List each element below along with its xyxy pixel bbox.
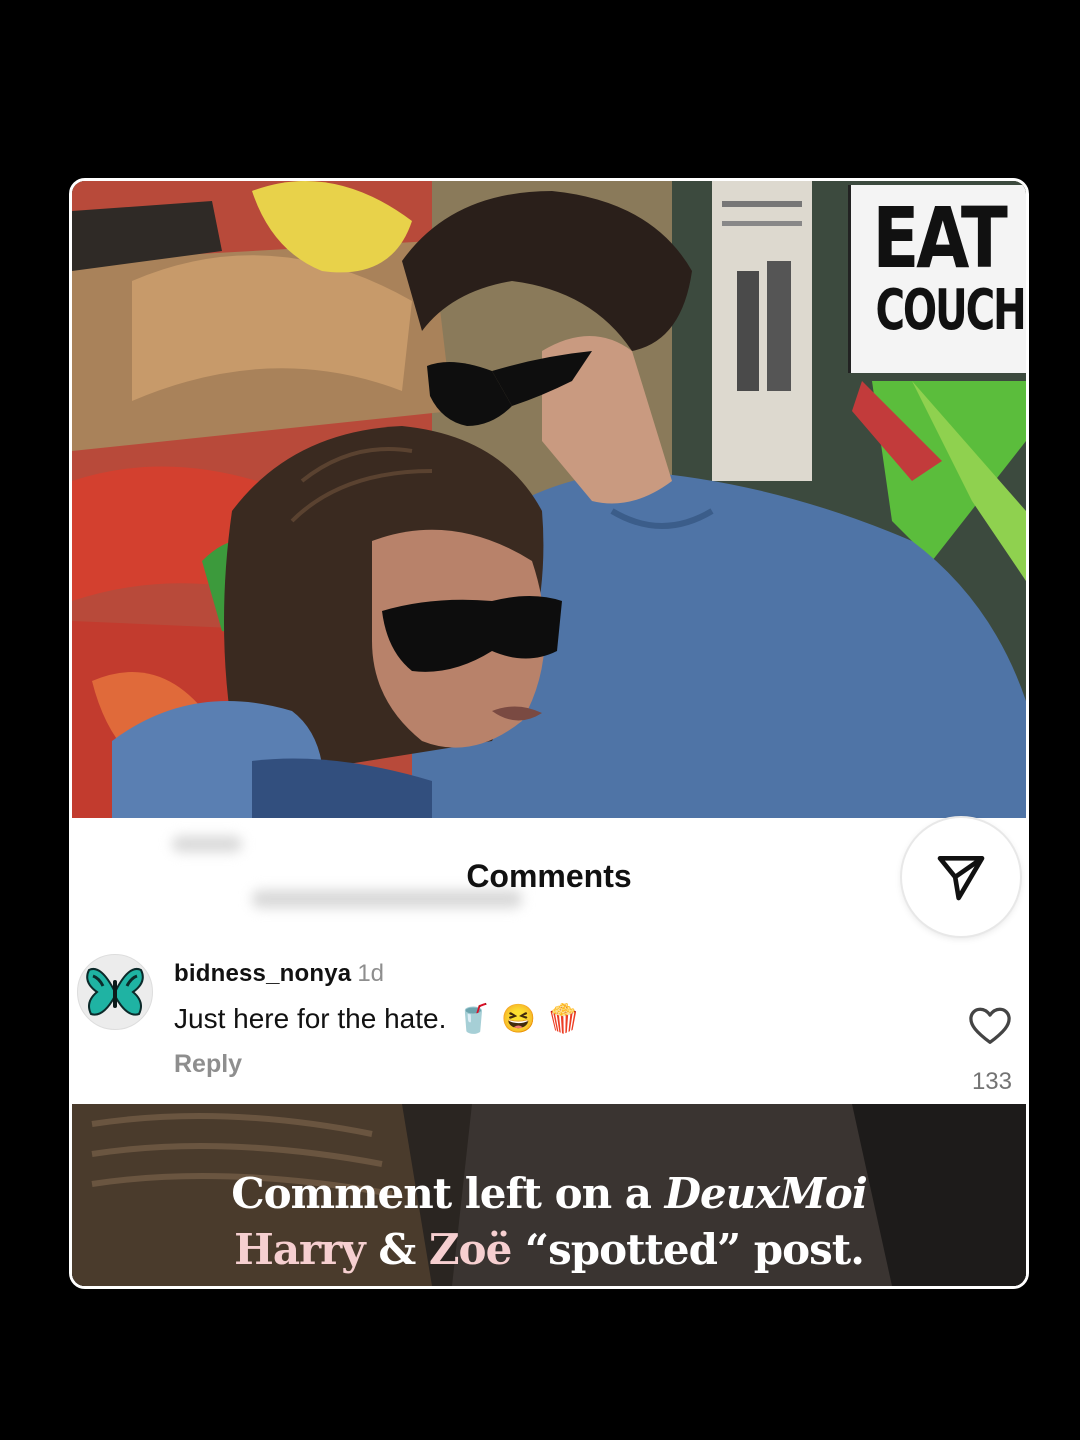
comment-time: 1d [357, 960, 385, 987]
share-button[interactable] [902, 818, 1020, 936]
reply-button[interactable]: Reply [174, 1050, 242, 1079]
emoji-drink: 🥤 [456, 1003, 492, 1034]
caption-line-1: Comment left on a DeuxMoi [72, 1166, 1026, 1222]
comments-title: Comments [466, 858, 632, 894]
eat-couch-sign: EAT COUCH [848, 185, 1026, 373]
comments-sheet: Comments bidness_nonya 1d Just here for t… [72, 818, 1026, 1104]
paper-plane-icon [937, 856, 985, 901]
comment-username[interactable]: bidness_nonya [174, 960, 351, 987]
caption-name-zoe: Zoë [428, 1225, 512, 1274]
caption-l2-text: “spotted” post. [511, 1225, 865, 1274]
caption-l1-brand: DeuxMoi [664, 1169, 868, 1218]
like-count: 133 [971, 1068, 1012, 1095]
avatar[interactable] [77, 954, 153, 1030]
comment-text: Just here for the hate. [174, 1002, 447, 1034]
emoji-popcorn: 🍿 [546, 1003, 582, 1034]
sign-line-2: COUCH [875, 278, 1027, 343]
like-button[interactable] [968, 1006, 1012, 1051]
heart-outline-icon [969, 1007, 1011, 1044]
caption-name-harry: Harry [234, 1225, 366, 1274]
caption-l1-text: Comment left on a [231, 1169, 665, 1218]
post-card: EAT COUCH Comments bidness_nonya 1d Just… [69, 178, 1029, 1289]
post-photo: EAT COUCH [72, 181, 1026, 818]
comment-text-row: Just here for the hate. 🥤 😆 🍿 [174, 1002, 581, 1035]
emoji-laughing: 😆 [501, 1003, 537, 1034]
caption-ampersand: & [364, 1225, 429, 1274]
caption-line-2: Harry & Zoë “spotted” post. [72, 1222, 1026, 1278]
sign-line-1: EAT [872, 189, 1007, 287]
caption-band: Comment left on a DeuxMoi Harry & Zoë “s… [72, 1104, 1026, 1286]
comment-header: bidness_nonya 1d [174, 960, 384, 988]
blurred-text [172, 836, 242, 852]
caption-text: Comment left on a DeuxMoi Harry & Zoë “s… [72, 1166, 1026, 1278]
butterfly-icon [86, 968, 144, 1016]
